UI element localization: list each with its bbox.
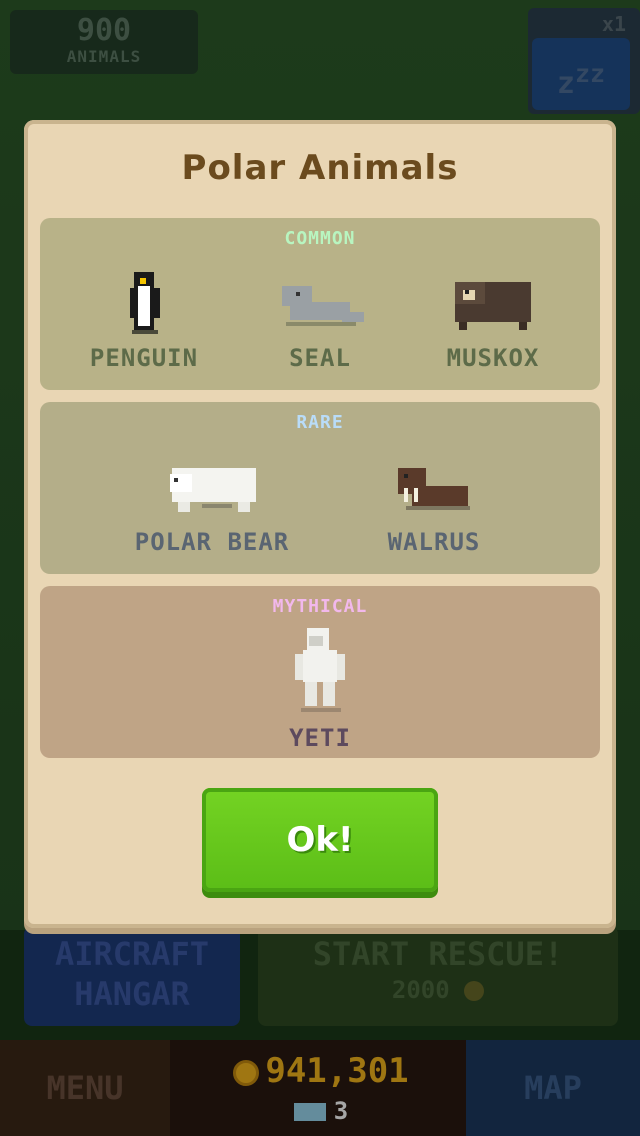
animal-name: MUSKOX <box>446 344 540 372</box>
polar-animals-dialog: Polar Animals COMMON PENGUIN SEAL MUSKOX… <box>24 120 616 928</box>
dialog-title: Polar Animals <box>181 148 459 188</box>
animal-yeti: YETI <box>250 624 390 752</box>
section-mythical: MYTHICAL YETI <box>40 586 600 758</box>
animal-name: WALRUS <box>387 528 481 556</box>
section-label: MYTHICAL <box>272 596 368 617</box>
penguin-icon <box>130 272 160 334</box>
section-common: COMMON PENGUIN SEAL MUSKOX <box>40 218 600 390</box>
animal-name: SEAL <box>289 344 351 372</box>
walrus-icon <box>398 468 470 510</box>
animal-walrus: WALRUS <box>354 452 514 556</box>
yeti-icon <box>295 628 345 712</box>
animal-name: POLAR BEAR <box>134 528 290 556</box>
animal-name: PENGUIN <box>89 344 199 372</box>
section-label: COMMON <box>284 228 356 249</box>
ok-button[interactable]: Ok! <box>202 788 438 892</box>
section-rare: RARE POLAR BEAR WALRUS <box>40 402 600 574</box>
animal-name: YETI <box>289 724 351 752</box>
animal-muskox: MUSKOX <box>418 268 568 372</box>
seal-icon <box>282 286 364 326</box>
section-label: RARE <box>296 412 344 433</box>
polar-bear-icon <box>170 468 256 512</box>
animal-polar-bear: POLAR BEAR <box>112 452 312 556</box>
muskox-icon <box>455 282 531 330</box>
animal-penguin: PENGUIN <box>74 268 214 372</box>
animal-seal: SEAL <box>250 268 390 372</box>
